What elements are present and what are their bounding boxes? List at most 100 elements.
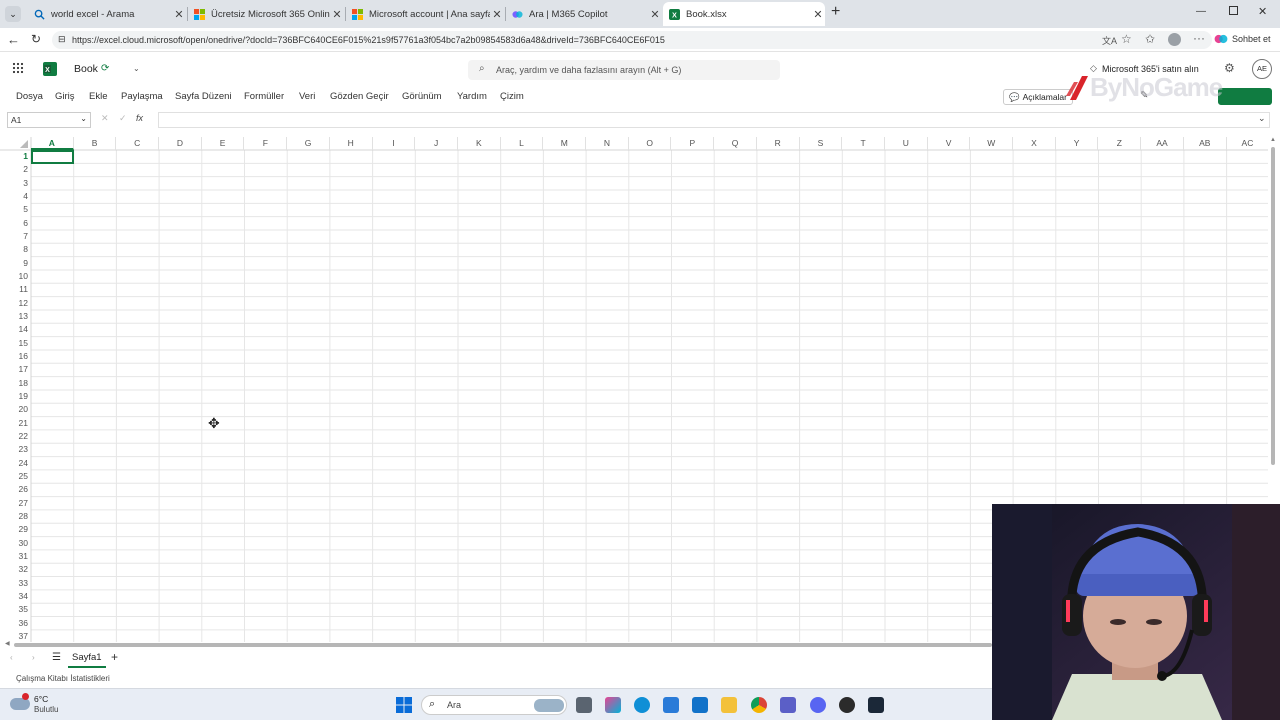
chrome-icon[interactable] — [751, 697, 767, 713]
column-header-q[interactable]: Q — [714, 137, 757, 150]
row-header-14[interactable]: 14 — [0, 323, 30, 336]
avatar[interactable]: AE — [1252, 59, 1272, 79]
column-header-ac[interactable]: AC — [1227, 137, 1268, 150]
sheet-tab-sayfa1[interactable]: Sayfa1 — [68, 650, 106, 668]
tab-review[interactable]: Gözden Geçir — [330, 91, 389, 102]
confirm-entry-icon[interactable]: ✓ — [119, 113, 127, 124]
column-header-w[interactable]: W — [970, 137, 1014, 150]
row-header-1[interactable]: 1 — [0, 150, 30, 163]
row-header-32[interactable]: 32 — [0, 563, 30, 576]
tab-close-icon[interactable]: ✕ — [648, 8, 662, 21]
row-header-2[interactable]: 2 — [0, 163, 30, 176]
discord-icon[interactable] — [810, 697, 826, 713]
tab-page-layout[interactable]: Sayfa Düzeni — [175, 91, 232, 102]
column-header-z[interactable]: Z — [1099, 137, 1142, 150]
prev-sheet-icon[interactable]: ‹ — [10, 653, 13, 662]
weather-widget[interactable]: 6°C Bulutlu — [10, 692, 70, 718]
more-options-icon[interactable]: ··· — [1193, 31, 1205, 45]
column-header-x[interactable]: X — [1013, 137, 1056, 150]
column-header-e[interactable]: E — [202, 137, 245, 150]
expand-formula-chevron-icon[interactable]: ⌄ — [1258, 113, 1266, 124]
obs-icon[interactable] — [839, 697, 855, 713]
tab-view[interactable]: Görünüm — [402, 91, 442, 102]
row-header-21[interactable]: 21 — [0, 417, 30, 430]
row-header-5[interactable]: 5 — [0, 203, 30, 216]
share-button[interactable] — [1218, 88, 1272, 105]
tab-formulas[interactable]: Formüller — [244, 91, 284, 102]
column-header-r[interactable]: R — [757, 137, 800, 150]
scrollbar-thumb[interactable] — [1271, 147, 1275, 465]
row-header-36[interactable]: 36 — [0, 617, 30, 630]
row-header-3[interactable]: 3 — [0, 177, 30, 190]
store-icon[interactable] — [663, 697, 679, 713]
row-header-19[interactable]: 19 — [0, 390, 30, 403]
row-header-6[interactable]: 6 — [0, 217, 30, 230]
select-all-corner[interactable] — [20, 140, 28, 148]
tab-file[interactable]: Dosya — [16, 91, 43, 102]
row-header-4[interactable]: 4 — [0, 190, 30, 203]
tab-close-icon[interactable]: ✕ — [172, 8, 186, 21]
restore-icon[interactable] — [1229, 6, 1238, 15]
taskbar-search-box[interactable]: ⌕ Ara — [421, 695, 567, 715]
minimize-icon[interactable]: — — [1196, 6, 1206, 17]
column-header-ab[interactable]: AB — [1184, 137, 1227, 150]
row-header-22[interactable]: 22 — [0, 430, 30, 443]
tab-home[interactable]: Giriş — [55, 91, 75, 102]
all-sheets-menu-icon[interactable]: ☰ — [52, 652, 61, 663]
row-header-23[interactable]: 23 — [0, 443, 30, 456]
scroll-up-icon[interactable]: ▲ — [1270, 137, 1276, 143]
tab-close-icon[interactable]: ✕ — [330, 8, 344, 21]
tab-m365-online[interactable]: Ücretsiz Microsoft 365 Online | Wo ✕ — [188, 2, 344, 26]
row-header-13[interactable]: 13 — [0, 310, 30, 323]
column-header-j[interactable]: J — [415, 137, 458, 150]
teams-icon[interactable] — [780, 697, 796, 713]
cancel-entry-icon[interactable]: ✕ — [101, 113, 109, 124]
row-header-34[interactable]: 34 — [0, 590, 30, 603]
profile-icon[interactable] — [1168, 33, 1181, 46]
row-header-8[interactable]: 8 — [0, 243, 30, 256]
column-header-b[interactable]: B — [74, 137, 117, 150]
comments-button[interactable]: 💬 Açıklamalar — [1003, 89, 1073, 105]
column-header-f[interactable]: F — [245, 137, 288, 150]
row-header-20[interactable]: 20 — [0, 403, 30, 416]
column-header-p[interactable]: P — [672, 137, 715, 150]
tab-data[interactable]: Veri — [299, 91, 315, 102]
new-tab-button[interactable]: + — [831, 3, 840, 21]
row-header-35[interactable]: 35 — [0, 603, 30, 616]
add-sheet-icon[interactable]: + — [111, 650, 118, 664]
tab-insert[interactable]: Ekle — [89, 91, 107, 102]
column-header-o[interactable]: O — [629, 137, 672, 150]
name-box[interactable]: A1 ⌄ — [7, 112, 91, 128]
tab-copilot[interactable]: Ara | M365 Copilot ✕ — [506, 2, 662, 26]
column-header-a[interactable]: A — [31, 137, 74, 150]
excel-logo-icon[interactable]: X — [43, 62, 57, 76]
column-header-l[interactable]: L — [501, 137, 544, 150]
formula-input[interactable] — [158, 112, 1270, 128]
hscroll-thumb[interactable] — [14, 643, 992, 647]
back-arrow-icon[interactable]: ← — [7, 32, 20, 47]
row-header-31[interactable]: 31 — [0, 550, 30, 563]
row-header-18[interactable]: 18 — [0, 377, 30, 390]
column-header-m[interactable]: M — [543, 137, 587, 150]
next-sheet-icon[interactable]: › — [32, 653, 35, 662]
tab-draw[interactable]: Çizim — [500, 91, 524, 102]
tab-search[interactable]: world excel - Arama ✕ — [28, 2, 186, 26]
column-header-t[interactable]: T — [842, 137, 885, 150]
translate-icon[interactable]: 文A — [1102, 34, 1117, 47]
refresh-icon[interactable]: ↻ — [31, 32, 41, 46]
tab-close-icon[interactable]: ✕ — [490, 8, 504, 21]
workbook-statistics-button[interactable]: Çalışma Kitabı İstatistikleri — [16, 674, 110, 683]
column-header-n[interactable]: N — [586, 137, 629, 150]
row-header-16[interactable]: 16 — [0, 350, 30, 363]
edge-browser-icon[interactable] — [634, 697, 650, 713]
row-header-9[interactable]: 9 — [0, 257, 30, 270]
file-explorer-icon[interactable] — [721, 697, 737, 713]
row-header-7[interactable]: 7 — [0, 230, 30, 243]
close-window-icon[interactable]: ✕ — [1258, 5, 1267, 18]
tab-close-icon[interactable]: ✕ — [811, 8, 825, 21]
tab-share[interactable]: Paylaşma — [121, 91, 163, 102]
steam-icon[interactable] — [868, 697, 884, 713]
active-cell-a1[interactable] — [31, 150, 74, 164]
column-header-y[interactable]: Y — [1056, 137, 1099, 150]
url-field[interactable]: ⊟ https://excel.cloud.microsoft/open/one… — [52, 31, 1212, 49]
